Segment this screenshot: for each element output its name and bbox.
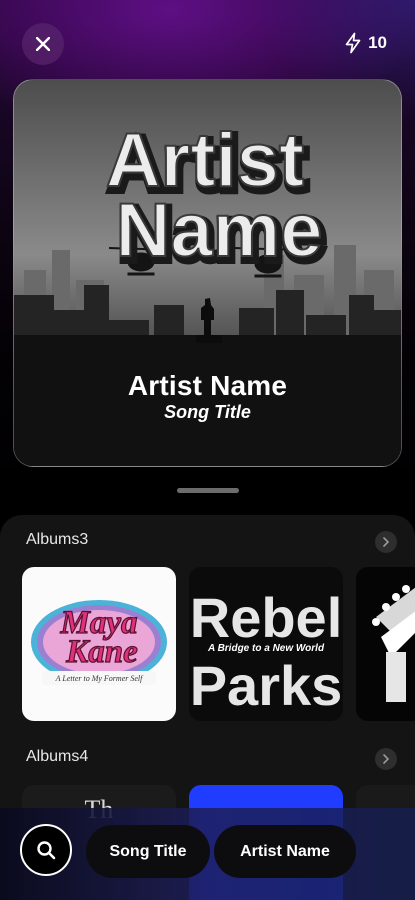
album-cover-preview: Artist Artist Name Name Artist Name Song… (13, 79, 402, 467)
credits-indicator[interactable]: 10 (344, 32, 387, 54)
section-title-albums3: Albums3 (26, 531, 89, 548)
drag-handle[interactable] (177, 488, 239, 493)
cover-big-title-line2: Name (116, 188, 323, 273)
close-icon (36, 37, 50, 51)
cover-song-title: Song Title (164, 402, 251, 422)
album-title-line2: Kane (65, 634, 138, 670)
close-button[interactable] (22, 23, 64, 65)
credits-count: 10 (368, 33, 387, 52)
cover-artist-name: Artist Name (127, 370, 288, 401)
section-title-albums4: Albums4 (26, 748, 89, 765)
album-art-rebel-parks: Rebel A Bridge to a New World Parks (190, 586, 343, 717)
album-art-maya-kane: Maya Kane A Letter to My Former Self (31, 600, 167, 685)
search-icon (37, 841, 56, 860)
albums3-row: Maya Kane A Letter to My Former Self Reb… (22, 567, 415, 721)
song-title-chip[interactable]: Song Title (86, 825, 210, 878)
album-art-guitar (372, 585, 415, 702)
artist-name-chip[interactable]: Artist Name (214, 825, 356, 878)
lightning-icon (345, 32, 361, 54)
album-subtitle: A Bridge to a New World (207, 643, 325, 654)
album-title-line1: Rebel (190, 586, 343, 649)
album-tile[interactable] (356, 567, 415, 721)
album-subtitle: A Letter to My Former Self (55, 674, 145, 683)
chevron-right-icon (383, 537, 390, 547)
album-tile[interactable]: Maya Kane A Letter to My Former Self (22, 567, 176, 721)
section-more-button-albums4[interactable] (375, 748, 397, 770)
section-more-button-albums3[interactable] (375, 531, 397, 553)
album-tile[interactable]: Rebel A Bridge to a New World Parks (189, 567, 343, 721)
album-title-line2: Parks (190, 654, 343, 717)
chevron-right-icon (383, 754, 390, 764)
search-button[interactable] (20, 824, 72, 876)
